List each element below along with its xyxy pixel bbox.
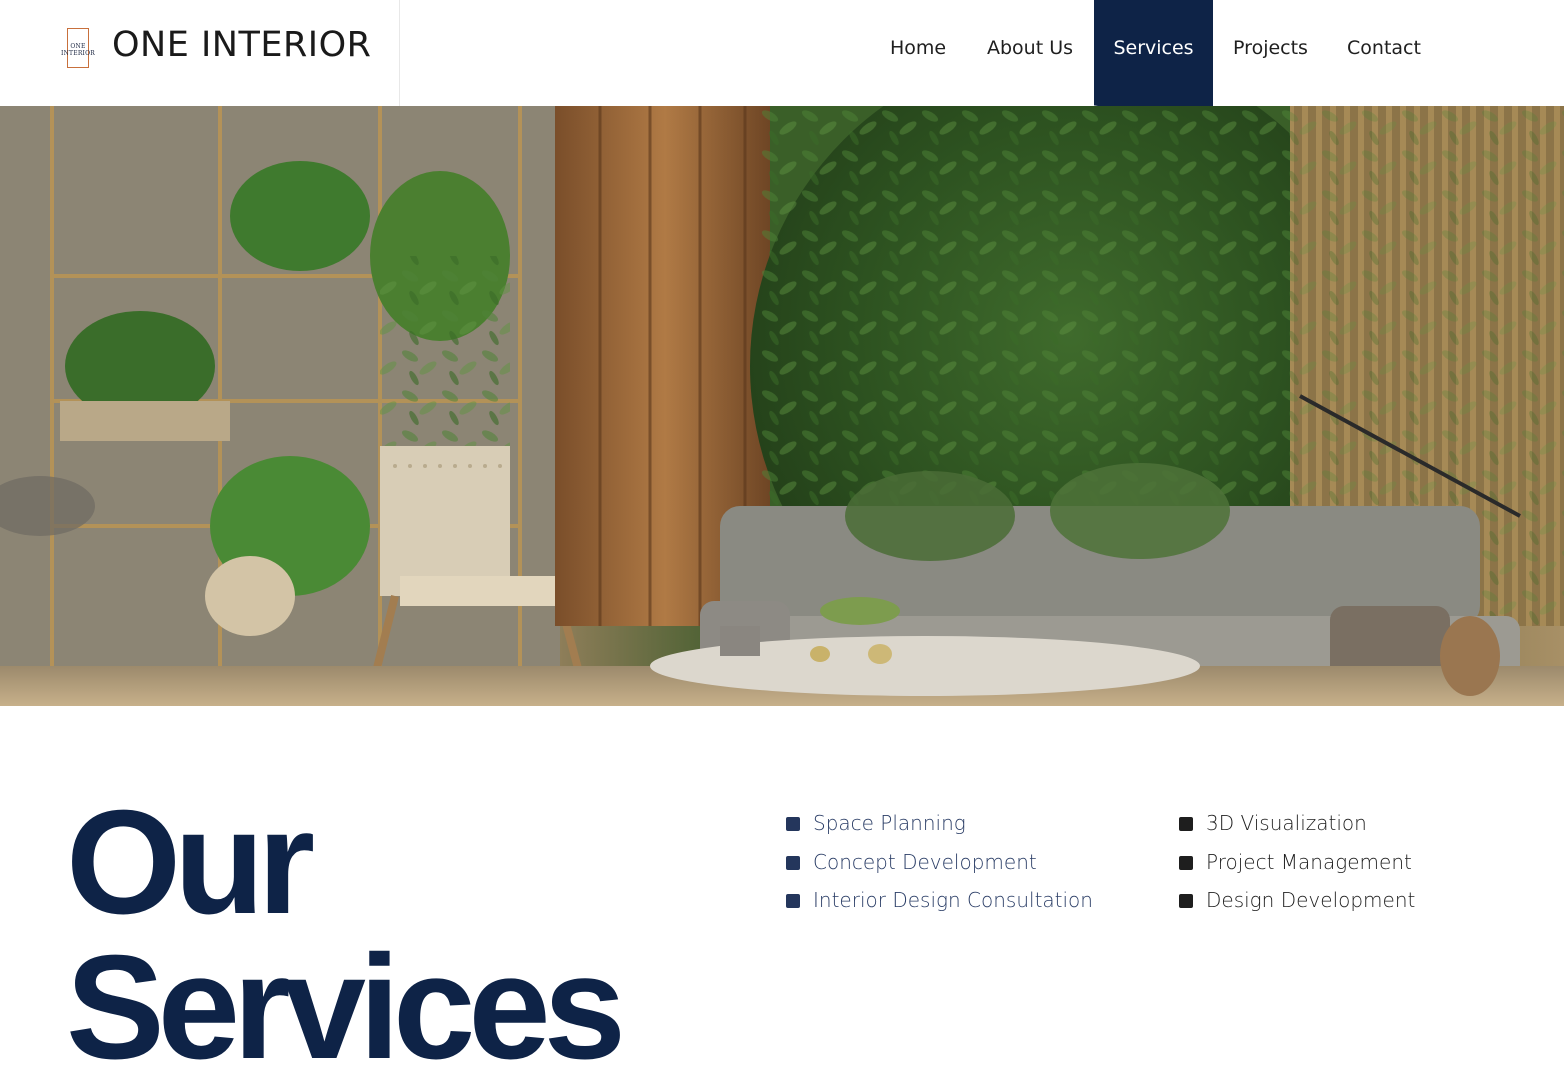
services-heading: Our Services — [66, 780, 626, 1072]
services-list-b: 3D Visualization Project Management Desi… — [1179, 808, 1415, 924]
service-item-label: Interior Design Consultation — [813, 888, 1093, 912]
hero-image — [0, 106, 1564, 706]
services-heading-line-2: Services — [66, 925, 626, 1072]
square-bullet-icon — [1179, 894, 1193, 908]
service-item-label: Project Management — [1206, 849, 1412, 874]
service-item: Concept Development — [786, 847, 1093, 886]
square-bullet-icon — [786, 817, 800, 831]
nav-about-us[interactable]: About Us — [972, 0, 1088, 97]
square-bullet-icon — [1179, 817, 1193, 831]
service-item: Interior Design Consultation — [786, 885, 1093, 924]
square-bullet-icon — [786, 894, 800, 908]
services-list-a: Space Planning Concept Development Inter… — [786, 808, 1093, 924]
brand-name: ONE INTERIOR — [112, 25, 372, 65]
hero-illustration — [0, 106, 1564, 706]
logo-mark-icon: ONE INTERIOR — [55, 28, 101, 68]
service-item-label: Concept Development — [813, 849, 1037, 874]
nav-contact[interactable]: Contact — [1336, 0, 1432, 97]
nav-projects[interactable]: Projects — [1222, 0, 1319, 97]
service-item: Design Development — [1179, 885, 1415, 924]
brand-logo[interactable]: ONE INTERIOR ONE INTERIOR — [0, 0, 400, 106]
site-header: ONE INTERIOR ONE INTERIOR Home About Us … — [0, 0, 1564, 124]
service-item: Project Management — [1179, 847, 1415, 886]
service-item-label: Space Planning — [813, 811, 966, 835]
square-bullet-icon — [786, 855, 800, 870]
service-item-label: 3D Visualization — [1206, 811, 1367, 835]
service-item: 3D Visualization — [1179, 808, 1415, 847]
service-item-label: Design Development — [1206, 888, 1416, 912]
services-heading-line-1: Our — [66, 780, 315, 945]
nav-home[interactable]: Home — [872, 0, 964, 97]
service-item: Space Planning — [786, 808, 1093, 847]
square-bullet-icon — [1179, 855, 1193, 870]
